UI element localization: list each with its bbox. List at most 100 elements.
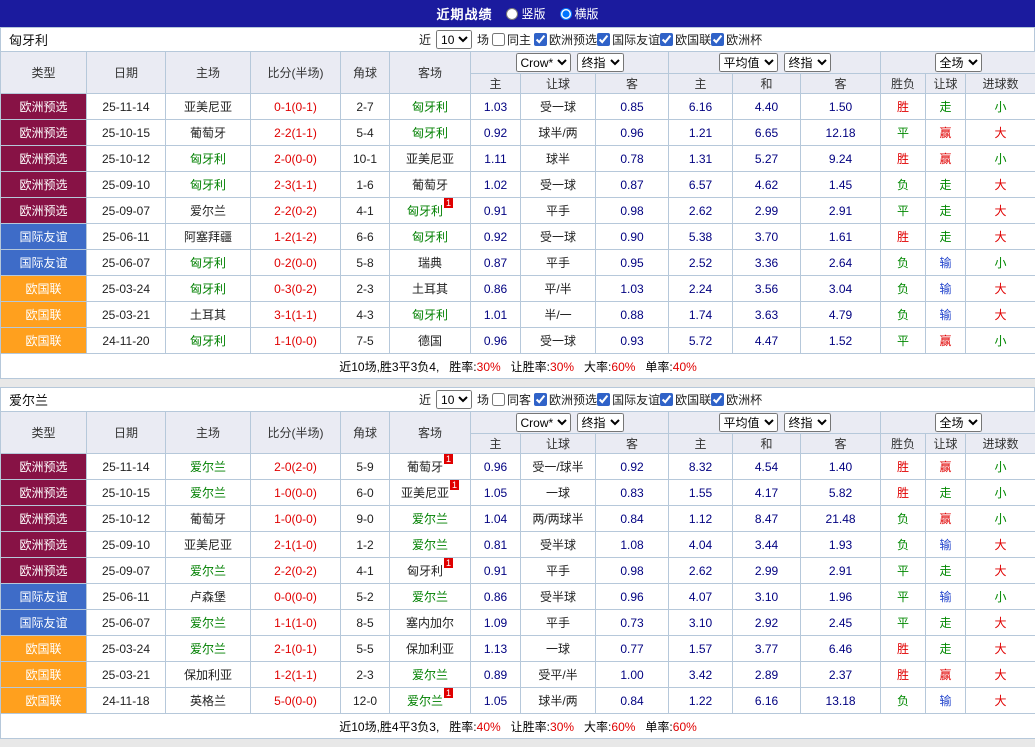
competition-checkbox[interactable]: 欧国联 [660, 391, 711, 408]
odds-controls-cell: 平均值终指 [669, 412, 881, 434]
handicap-result: 输 [926, 688, 966, 714]
average-select[interactable]: 平均值 [719, 53, 778, 72]
competition-checkbox-input[interactable] [711, 393, 724, 406]
score-halftime: 2-1(0-1) [251, 636, 341, 662]
away-team: 匈牙利1 [390, 198, 471, 224]
competition-checkbox-input[interactable] [711, 33, 724, 46]
odds-controls-cell: 全场 [881, 412, 1035, 434]
competition-checkbox[interactable]: 欧洲杯 [711, 391, 762, 408]
scope-select[interactable]: 全场 [935, 413, 982, 432]
avg-home-odds: 6.57 [669, 172, 733, 198]
away-team-text: 亚美尼亚 [406, 152, 454, 166]
competition-checkbox[interactable]: 欧洲预选 [534, 31, 597, 48]
avg-draw-odds: 3.36 [733, 250, 801, 276]
home-odds: 0.92 [471, 224, 521, 250]
team-title-row: 爱尔兰 近 10 场 同客 欧洲预选国际友谊欧国联欧洲杯 [0, 387, 1035, 411]
match-date: 25-03-24 [87, 276, 166, 302]
home-team-text: 亚美尼亚 [184, 100, 232, 114]
odds-controls-cell: Crow* 终指 [471, 412, 669, 434]
match-count-select[interactable]: 10 [436, 30, 472, 49]
final-odds-select-2[interactable]: 终指 [784, 413, 831, 432]
layout-radio-horizontal[interactable]: 横版 [560, 5, 599, 22]
column-header: 日期 [87, 412, 166, 454]
match-result: 负 [881, 506, 926, 532]
scope-select[interactable]: 全场 [935, 53, 982, 72]
corner-score: 1-2 [341, 532, 390, 558]
summary-cell: 近10场,胜4平3负3,胜率:40%让胜率:30%大率:60%单率:60% [1, 714, 1035, 739]
column-header: 主 [669, 434, 733, 454]
match-row: 欧洲预选25-10-12葡萄牙1-0(0-0)9-0爱尔兰1.04两/两球半0.… [1, 506, 1035, 532]
competition-checkbox-input[interactable] [597, 33, 610, 46]
match-row: 欧洲预选25-09-07爱尔兰2-2(0-2)4-1匈牙利10.91平手0.98… [1, 198, 1035, 224]
match-row: 国际友谊25-06-11阿塞拜疆1-2(1-2)6-6匈牙利0.92受一球0.9… [1, 224, 1035, 250]
match-result: 胜 [881, 454, 926, 480]
competition-checkbox-label: 欧洲预选 [549, 31, 597, 48]
match-row: 国际友谊25-06-11卢森堡0-0(0-0)5-2爱尔兰0.86受半球0.96… [1, 584, 1035, 610]
bookmaker-select[interactable]: Crow* [516, 53, 571, 72]
column-header: 客场 [390, 52, 471, 94]
same-venue-checkbox-input[interactable] [492, 393, 505, 406]
competition-checkbox-input[interactable] [534, 33, 547, 46]
avg-away-odds: 1.45 [801, 172, 881, 198]
competition-checkbox[interactable]: 国际友谊 [597, 31, 660, 48]
same-venue-checkbox[interactable]: 同主 [492, 31, 531, 48]
column-header: 让球 [521, 434, 596, 454]
avg-draw-odds: 4.62 [733, 172, 801, 198]
home-team-text: 英格兰 [190, 694, 226, 708]
away-team: 匈牙利 [390, 94, 471, 120]
same-venue-checkbox[interactable]: 同客 [492, 391, 531, 408]
goals-result: 小 [966, 506, 1035, 532]
away-team: 匈牙利 [390, 302, 471, 328]
match-row: 国际友谊25-06-07爱尔兰1-1(1-0)8-5塞内加尔1.09平手0.73… [1, 610, 1035, 636]
match-row: 欧洲预选25-09-07爱尔兰2-2(0-2)4-1匈牙利10.91平手0.98… [1, 558, 1035, 584]
away-odds: 0.78 [596, 146, 669, 172]
competition-checkbox[interactable]: 国际友谊 [597, 391, 660, 408]
match-result: 胜 [881, 94, 926, 120]
handicap-result: 赢 [926, 328, 966, 354]
final-odds-select-1[interactable]: 终指 [577, 53, 624, 72]
score-halftime: 1-2(1-2) [251, 224, 341, 250]
competition-checkbox-input[interactable] [660, 393, 673, 406]
bookmaker-select[interactable]: Crow* [516, 413, 571, 432]
avg-draw-odds: 2.89 [733, 662, 801, 688]
competition-checkbox[interactable]: 欧国联 [660, 31, 711, 48]
score-halftime: 2-0(0-0) [251, 146, 341, 172]
competition-checkbox-input[interactable] [597, 393, 610, 406]
match-count-select[interactable]: 10 [436, 390, 472, 409]
match-row: 欧洲预选25-09-10匈牙利2-3(1-1)1-6葡萄牙1.02受一球0.87… [1, 172, 1035, 198]
away-team-text: 匈牙利 [412, 126, 448, 140]
layout-radio-vertical[interactable]: 竖版 [506, 5, 545, 22]
final-odds-select-2[interactable]: 终指 [784, 53, 831, 72]
layout-radio-horizontal-input[interactable] [560, 8, 572, 20]
column-header: 比分(半场) [251, 412, 341, 454]
average-select[interactable]: 平均值 [719, 413, 778, 432]
final-odds-select-1[interactable]: 终指 [577, 413, 624, 432]
home-odds: 1.02 [471, 172, 521, 198]
rows-body: 欧洲预选25-11-14爱尔兰2-0(2-0)5-9葡萄牙10.96受一/球半0… [1, 454, 1035, 714]
games-label: 场 [477, 391, 489, 408]
goals-result: 大 [966, 198, 1035, 224]
match-row: 欧国联25-03-21土耳其3-1(1-1)4-3匈牙利1.01半/一0.881… [1, 302, 1035, 328]
competition-type-badge: 欧国联 [1, 276, 87, 302]
home-team: 卢森堡 [166, 584, 251, 610]
match-result: 平 [881, 558, 926, 584]
handicap-result: 走 [926, 94, 966, 120]
home-odds: 1.09 [471, 610, 521, 636]
competition-checkbox-input[interactable] [534, 393, 547, 406]
layout-radio-vertical-input[interactable] [506, 8, 518, 20]
home-odds: 0.92 [471, 120, 521, 146]
match-row: 欧国联25-03-24爱尔兰2-1(0-1)5-5保加利亚1.13一球0.771… [1, 636, 1035, 662]
same-venue-checkbox-input[interactable] [492, 33, 505, 46]
corner-score: 4-1 [341, 198, 390, 224]
competition-checkbox[interactable]: 欧洲预选 [534, 391, 597, 408]
home-odds: 1.05 [471, 480, 521, 506]
away-team-text: 匈牙利 [407, 204, 443, 218]
away-team: 德国 [390, 328, 471, 354]
corner-score: 4-1 [341, 558, 390, 584]
match-result: 胜 [881, 224, 926, 250]
avg-draw-odds: 6.16 [733, 688, 801, 714]
home-odds: 1.11 [471, 146, 521, 172]
competition-checkbox-input[interactable] [660, 33, 673, 46]
competition-checkbox[interactable]: 欧洲杯 [711, 31, 762, 48]
match-date: 25-09-07 [87, 558, 166, 584]
